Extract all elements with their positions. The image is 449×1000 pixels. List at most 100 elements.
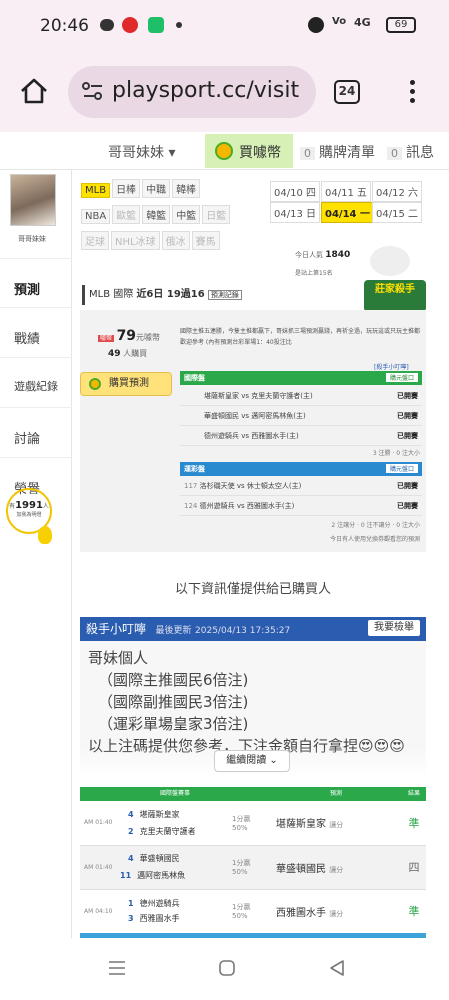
killer-tips-link[interactable]: [殺手小叮嚀] <box>374 362 409 371</box>
fans-suffix: 人 <box>42 503 49 510</box>
picks-header-pick: 預測 <box>329 790 342 797</box>
date-tab[interactable]: 04/13 日 <box>270 202 320 223</box>
pick-line: 1分贏 <box>232 814 251 823</box>
buy-predict-button[interactable]: 購買預測 <box>80 372 172 396</box>
league-tag[interactable]: 日籃 <box>202 205 231 224</box>
team-a: 華盛頓國民 <box>139 854 180 863</box>
coin-icon <box>215 142 233 160</box>
date-tab[interactable]: 04/15 二 <box>372 202 422 223</box>
team-b: 西雅圖水手 <box>139 914 180 923</box>
pick-type: 讓分 <box>329 909 344 918</box>
league-tag[interactable]: 足球 <box>81 231 109 250</box>
league-tag[interactable]: MLB <box>81 183 111 198</box>
pick-time: AM 01:40 <box>80 845 116 890</box>
read-more-button[interactable]: 繼續閱讀 ⌄ <box>214 750 290 772</box>
league-tag[interactable]: 賽馬 <box>191 231 220 250</box>
pick-result: 準 <box>402 889 426 934</box>
home-nav-icon[interactable] <box>218 959 236 977</box>
intl-row: 堪薩斯皇家 vs 克里夫蘭守護者(主) 已開賽 <box>180 386 422 406</box>
buy-predict-label: 購買預測 <box>109 378 149 389</box>
avatar[interactable] <box>10 174 56 226</box>
clock: 20:46 <box>40 16 89 36</box>
user-menu-label: 哥哥妹妹 <box>108 145 164 161</box>
signal-icon: 4G <box>354 16 371 29</box>
predict-note: 國際主推五連勝，今隻主推都贏下，哥妹抓三場預測贏錢，再祈全過，玩玩這或只玩主推都… <box>180 328 420 346</box>
date-tab[interactable]: 04/11 五 <box>321 181 371 202</box>
team-a: 德州遊騎兵 <box>139 899 180 908</box>
record-history-link[interactable]: 預測記錄 <box>207 290 242 300</box>
date-tab-selected[interactable]: 04/14 一 <box>321 202 374 223</box>
buy-coin-button[interactable]: 買噱幣 <box>205 134 293 168</box>
killer-tips-title: 殺手小叮嚀 <box>86 622 147 636</box>
intl-row-teams: 德州遊騎兵 vs 西雅圖水手(主) <box>204 432 299 440</box>
league-tag[interactable]: 中籃 <box>172 205 201 224</box>
intl-row-status: 已開賽 <box>397 412 418 420</box>
recent-apps-icon[interactable] <box>108 960 126 976</box>
tips-line: 哥妹個人 <box>88 649 149 667</box>
team-b: 克里夫蘭守護者 <box>139 826 196 836</box>
lottery-summary: 2 注讓分 · 0 注不讓分 · 0 注大小 <box>331 522 420 529</box>
intl-summary: 3 注勝 · 0 注大小 <box>372 450 420 457</box>
cart-list-link[interactable]: 0 購牌清單 <box>300 142 375 162</box>
pick-line: 1分贏 <box>232 859 251 867</box>
league-tag[interactable]: 韓棒 <box>172 179 201 198</box>
lottery-table-head: 運彩盤 購元盤口 <box>180 462 422 476</box>
lottery-row: 124 德州遊騎兵 vs 西雅圖水手(主) 已開賽 <box>180 496 422 516</box>
buyers-count: 49 <box>108 349 121 359</box>
coin-icon <box>89 378 101 390</box>
home-icon[interactable] <box>20 78 48 104</box>
updated-label: 最後更新 <box>155 626 192 636</box>
today-views: 今日人氣 1840 <box>295 250 350 260</box>
team-a: 堪薩斯皇家 <box>139 809 180 819</box>
pick-time: AM 01:40 <box>80 801 116 846</box>
report-button[interactable]: 我要檢舉 <box>368 620 420 636</box>
lottery-footer: 今日有人使用兌換券觀看您的預測 <box>329 536 420 543</box>
lottery-row: 117 洛杉磯天使 vs 休士頓太空人(主) 已開賽 <box>180 476 422 496</box>
lottery-row-status: 已開賽 <box>397 482 418 490</box>
league-tag[interactable]: NBA <box>81 209 111 224</box>
league-tag[interactable]: 韓籃 <box>142 205 171 224</box>
team-no: 4 <box>128 854 134 863</box>
intl-buy-button[interactable]: 購元盤口 <box>385 373 418 382</box>
user-menu[interactable]: 哥哥妹妹 ▾ <box>108 142 175 162</box>
sidebar-user-name: 哥哥妹妹 <box>18 235 46 243</box>
cart-label: 購牌清單 <box>319 145 375 161</box>
picks-header-result: 結果 <box>407 790 420 797</box>
pick-team: 西雅圖水手 <box>276 907 326 919</box>
pick-type: 讓分 <box>329 821 344 830</box>
battery-icon: 69 <box>386 17 416 33</box>
lottery-row-no: 124 <box>184 502 198 510</box>
pick-result: 四 <box>402 845 426 890</box>
lottery-buy-button[interactable]: 購元盤口 <box>385 464 418 473</box>
killer-badge-label: 莊家殺手 <box>375 284 415 295</box>
league-tag[interactable]: 歐籃 <box>112 205 141 224</box>
pick-pct: 50% <box>232 868 248 876</box>
sidebar-item-game-log[interactable]: 遊戲紀錄 <box>0 358 72 408</box>
messages-link[interactable]: 0 訊息 <box>387 142 434 162</box>
league-row-1: MLB 日棒 中職 韓棒 <box>81 178 261 200</box>
site-settings-icon[interactable] <box>82 81 104 101</box>
sidebar-item-forum[interactable]: 討論 <box>0 408 72 458</box>
date-tab[interactable]: 04/12 六 <box>372 181 422 202</box>
lottery-row-status: 已開賽 <box>397 502 418 510</box>
coin-tag: 噱幣 <box>98 335 115 342</box>
overflow-menu-icon[interactable] <box>410 80 416 107</box>
sidebar-item-predict[interactable]: 預測 <box>0 258 72 308</box>
date-tab[interactable]: 04/10 四 <box>270 181 320 202</box>
league-tag[interactable]: NHL冰球 <box>111 231 160 250</box>
alarm-icon <box>308 17 324 33</box>
tab-switcher-button[interactable]: 24 <box>334 80 360 104</box>
mascot-icon <box>370 246 410 276</box>
killer-tips-header: 殺手小叮嚀 最後更新 2025/04/13 17:35:27 我要檢舉 <box>80 617 426 641</box>
sidebar-item-record[interactable]: 戰績 <box>0 308 72 358</box>
league-tag[interactable]: 俄冰 <box>161 231 190 250</box>
address-bar[interactable]: playsport.cc/visit <box>68 66 316 118</box>
picks-header-game: 國際盤賽事 <box>159 790 190 797</box>
league-tag[interactable]: 中職 <box>142 179 171 198</box>
intl-table-head: 國際盤 購元盤口 <box>180 371 422 385</box>
browser-toolbar: playsport.cc/visit 24 <box>0 52 449 132</box>
back-icon[interactable] <box>328 959 346 977</box>
status-bar: 20:46 Vo 4G 69 <box>0 0 449 52</box>
team-no: 2 <box>128 826 134 836</box>
league-tag[interactable]: 日棒 <box>112 179 141 198</box>
